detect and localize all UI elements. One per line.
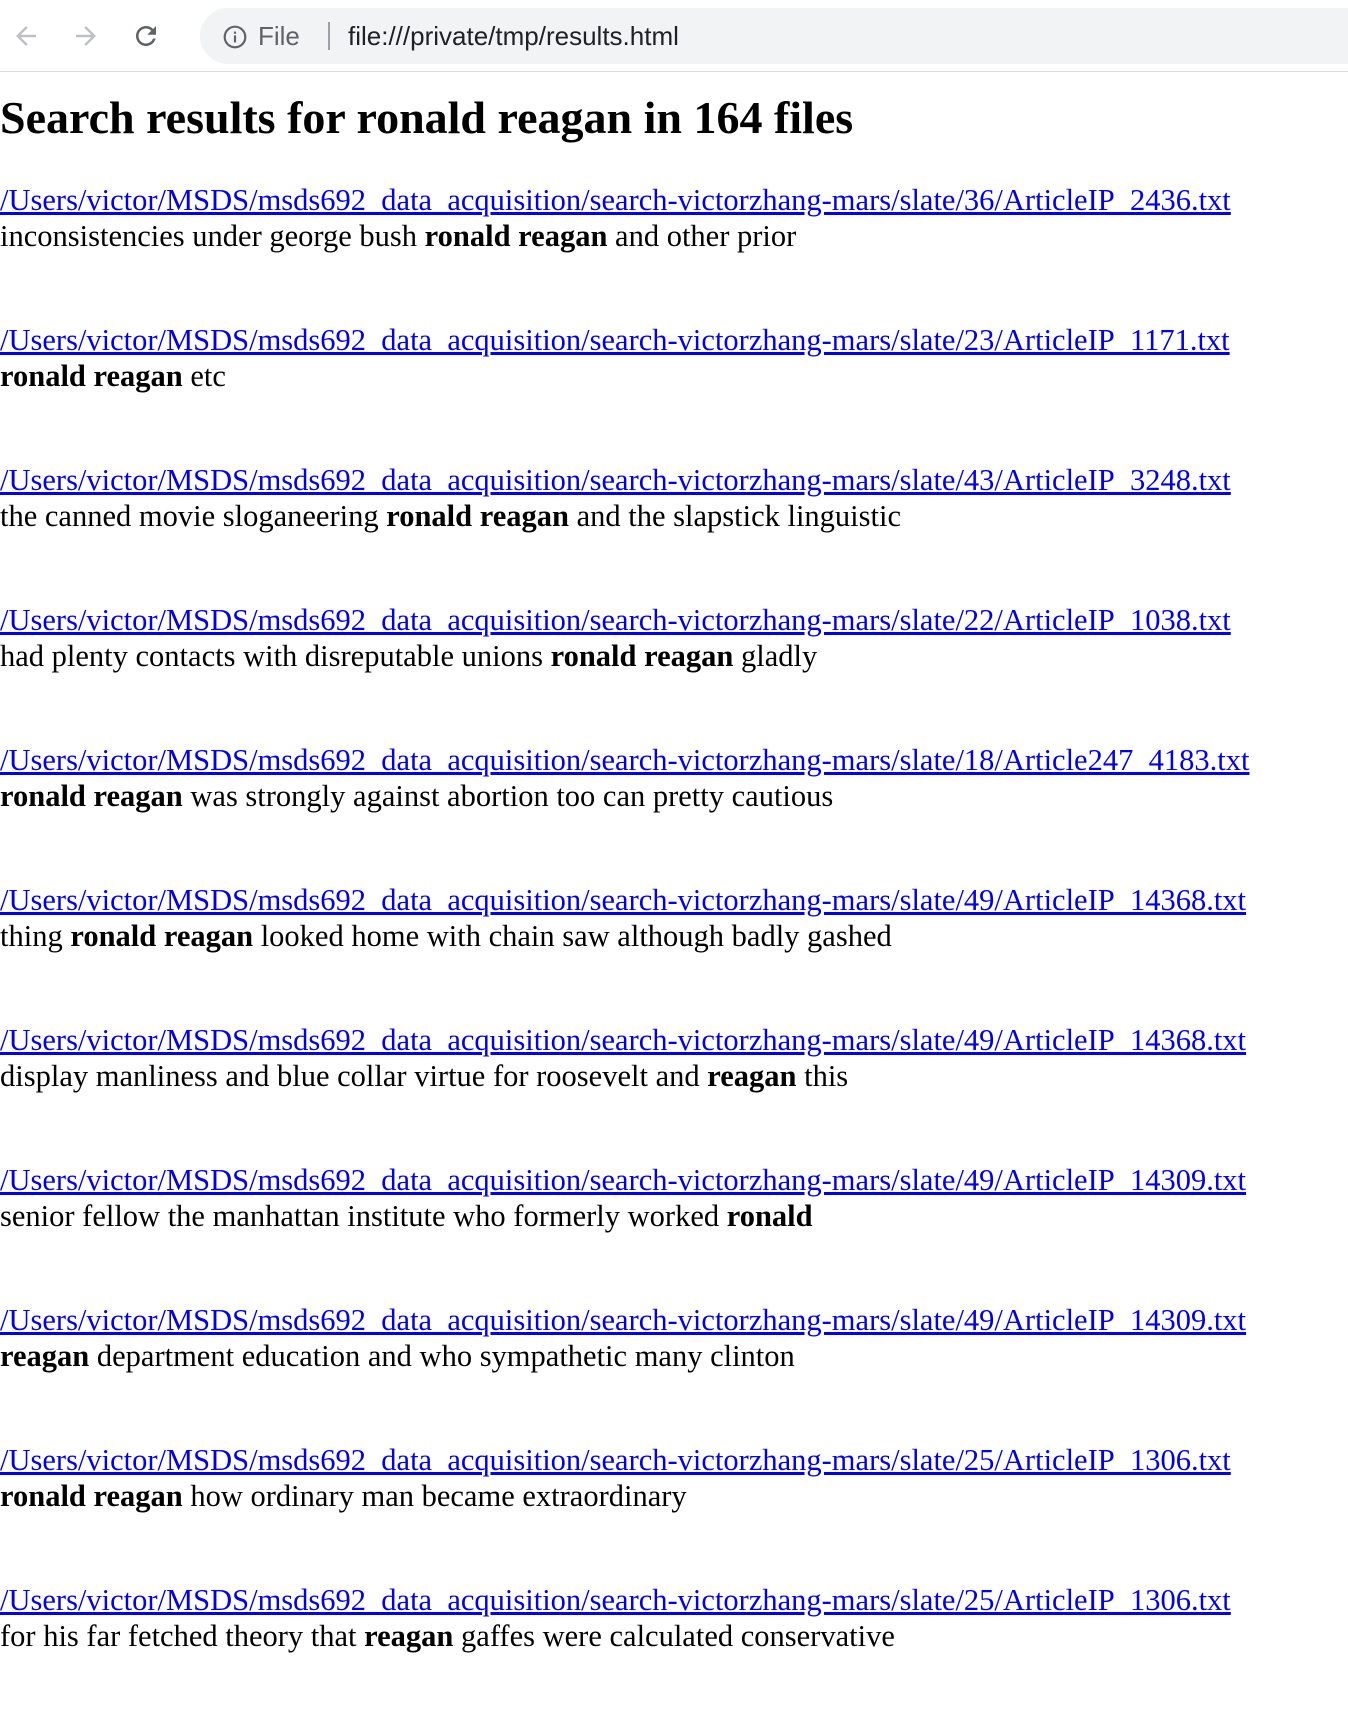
forward-button[interactable]: [66, 16, 106, 56]
back-button[interactable]: [6, 16, 46, 56]
snippet-text: inconsistencies under george bush: [0, 219, 425, 253]
result-item: /Users/victor/MSDS/msds692_data_acquisit…: [0, 462, 1348, 602]
result-item: /Users/victor/MSDS/msds692_data_acquisit…: [0, 882, 1348, 1022]
snippet-text: was strongly against abortion too can pr…: [182, 779, 834, 813]
result-link[interactable]: /Users/victor/MSDS/msds692_data_acquisit…: [0, 1162, 1348, 1198]
snippet-text: had plenty contacts with disreputable un…: [0, 639, 551, 673]
result-link[interactable]: /Users/victor/MSDS/msds692_data_acquisit…: [0, 882, 1348, 918]
snippet-text: how ordinary man became extraordinary: [182, 1479, 687, 1513]
result-snippet: had plenty contacts with disreputable un…: [0, 638, 1348, 674]
info-icon[interactable]: [222, 24, 248, 50]
snippet-text: the canned movie sloganeering: [0, 499, 387, 533]
snippet-match: ronald reagan: [70, 919, 254, 953]
snippet-match: ronald: [726, 1199, 813, 1233]
snippet-text: and other prior: [607, 219, 797, 253]
result-link[interactable]: /Users/victor/MSDS/msds692_data_acquisit…: [0, 322, 1348, 358]
result-link[interactable]: /Users/victor/MSDS/msds692_data_acquisit…: [0, 462, 1348, 498]
results-list: /Users/victor/MSDS/msds692_data_acquisit…: [0, 182, 1348, 1722]
snippet-match: ronald reagan: [386, 499, 569, 533]
url-text[interactable]: file:///private/tmp/results.html: [348, 20, 679, 52]
snippet-text: thing: [0, 919, 71, 953]
page-content: Search results for ronald reagan in 164 …: [0, 72, 1348, 1680]
result-link[interactable]: /Users/victor/MSDS/msds692_data_acquisit…: [0, 1022, 1348, 1058]
result-item: /Users/victor/MSDS/msds692_data_acquisit…: [0, 322, 1348, 462]
result-item: /Users/victor/MSDS/msds692_data_acquisit…: [0, 1022, 1348, 1162]
reload-button[interactable]: [126, 16, 166, 56]
origin-chip[interactable]: File: [258, 20, 300, 52]
result-snippet: thing ronald reagan looked home with cha…: [0, 918, 1348, 954]
page-title: Search results for ronald reagan in 164 …: [0, 92, 854, 143]
result-snippet: ronald reagan was strongly against abort…: [0, 778, 1348, 814]
result-snippet: the canned movie sloganeering ronald rea…: [0, 498, 1348, 534]
result-item: /Users/victor/MSDS/msds692_data_acquisit…: [0, 602, 1348, 742]
result-link[interactable]: /Users/victor/MSDS/msds692_data_acquisit…: [0, 1302, 1348, 1338]
snippet-text: for his far fetched theory that: [0, 1619, 365, 1653]
result-item: /Users/victor/MSDS/msds692_data_acquisit…: [0, 1442, 1348, 1582]
result-snippet: senior fellow the manhattan institute wh…: [0, 1198, 1348, 1234]
result-item: /Users/victor/MSDS/msds692_data_acquisit…: [0, 1162, 1348, 1302]
snippet-text: gladly: [733, 639, 818, 673]
snippet-text: etc: [182, 359, 226, 393]
snippet-text: display manliness and blue collar virtue…: [0, 1059, 708, 1093]
snippet-match: ronald reagan: [0, 1479, 183, 1513]
result-link[interactable]: /Users/victor/MSDS/msds692_data_acquisit…: [0, 182, 1348, 218]
result-snippet: ronald reagan how ordinary man became ex…: [0, 1478, 1348, 1514]
browser-toolbar: File file:///private/tmp/results.html: [0, 0, 1348, 72]
result-snippet: for his far fetched theory that reagan g…: [0, 1618, 1348, 1654]
arrow-right-icon: [71, 21, 101, 51]
snippet-match: ronald reagan: [424, 219, 608, 253]
snippet-text: looked home with chain saw although badl…: [253, 919, 892, 953]
result-item: /Users/victor/MSDS/msds692_data_acquisit…: [0, 742, 1348, 882]
result-link[interactable]: /Users/victor/MSDS/msds692_data_acquisit…: [0, 602, 1348, 638]
result-link[interactable]: /Users/victor/MSDS/msds692_data_acquisit…: [0, 1442, 1348, 1478]
arrow-left-icon: [11, 21, 41, 51]
result-snippet: display manliness and blue collar virtue…: [0, 1058, 1348, 1094]
chip-divider: [328, 22, 330, 50]
snippet-text: department education and who sympathetic…: [89, 1339, 795, 1373]
snippet-text: this: [796, 1059, 849, 1093]
snippet-match: reagan: [364, 1619, 454, 1653]
snippet-match: reagan: [707, 1059, 797, 1093]
snippet-text: and the slapstick linguistic: [568, 499, 902, 533]
snippet-text: senior fellow the manhattan institute wh…: [0, 1199, 727, 1233]
result-snippet: reagan department education and who symp…: [0, 1338, 1348, 1374]
snippet-match: ronald reagan: [0, 779, 183, 813]
snippet-match: ronald reagan: [550, 639, 734, 673]
result-item: /Users/victor/MSDS/msds692_data_acquisit…: [0, 1582, 1348, 1722]
snippet-match: reagan: [0, 1339, 90, 1373]
snippet-match: ronald reagan: [0, 359, 183, 393]
result-item: /Users/victor/MSDS/msds692_data_acquisit…: [0, 182, 1348, 322]
result-link[interactable]: /Users/victor/MSDS/msds692_data_acquisit…: [0, 1582, 1348, 1618]
snippet-text: gaffes were calculated conservative: [453, 1619, 895, 1653]
result-link[interactable]: /Users/victor/MSDS/msds692_data_acquisit…: [0, 742, 1348, 778]
result-snippet: inconsistencies under george bush ronald…: [0, 218, 1348, 254]
result-snippet: ronald reagan etc: [0, 358, 1348, 394]
reload-icon: [131, 21, 161, 51]
result-item: /Users/victor/MSDS/msds692_data_acquisit…: [0, 1302, 1348, 1442]
address-bar[interactable]: File file:///private/tmp/results.html: [200, 8, 1348, 64]
